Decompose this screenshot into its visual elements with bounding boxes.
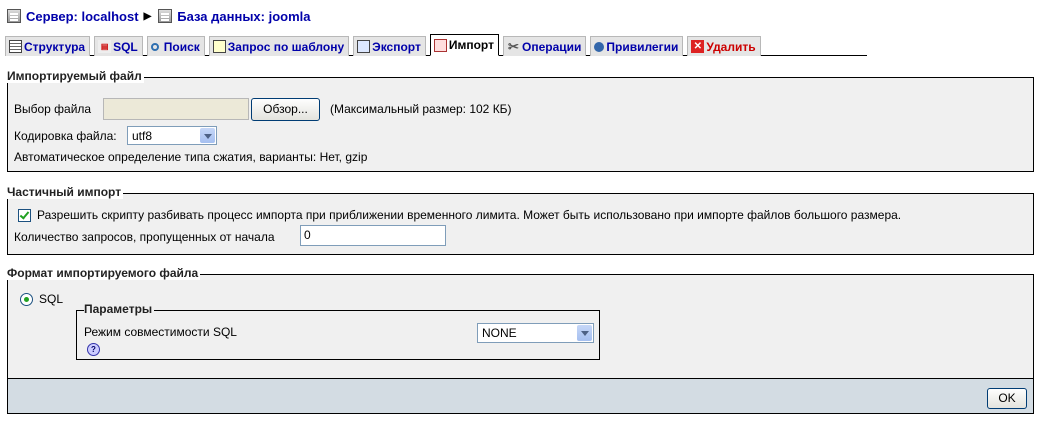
format-legend: Формат импортируемого файла <box>7 266 201 280</box>
compression-note: Автоматическое определение типа сжатия, … <box>14 150 368 164</box>
breadcrumb-arrow-icon: ▶ <box>143 10 152 22</box>
charset-select[interactable]: utf8 <box>127 126 217 145</box>
tab-structure[interactable]: Структура <box>5 36 91 56</box>
chevron-down-icon[interactable] <box>200 128 215 143</box>
footer-divider <box>7 378 1034 379</box>
partial-import-fieldset <box>7 193 1034 255</box>
sql-radio[interactable] <box>20 293 33 306</box>
server-icon <box>7 9 21 23</box>
delete-icon: ✕ <box>691 40 705 53</box>
charset-value: utf8 <box>132 129 153 143</box>
tab-label: SQL <box>113 39 138 54</box>
breadcrumb: Сервер: localhost ▶ База данных: joomla <box>7 7 310 25</box>
skip-queries-label: Количество запросов, пропущенных от нача… <box>14 230 275 244</box>
privileges-icon <box>594 41 605 52</box>
database-icon <box>158 9 173 23</box>
compat-select[interactable]: NONE <box>477 323 594 343</box>
sql-option-label: SQL <box>39 292 64 306</box>
tab-query[interactable]: Запрос по шаблону <box>208 36 350 56</box>
params-legend: Параметры <box>84 302 155 316</box>
tab-label: Поиск <box>163 39 200 54</box>
tab-privileges[interactable]: Привилегии <box>590 36 684 56</box>
tab-import[interactable]: Импорт <box>429 34 499 56</box>
compat-value: NONE <box>482 326 517 340</box>
file-choose-label: Выбор файла <box>14 102 92 116</box>
import-file-legend: Импортируемый файл <box>7 69 144 83</box>
charset-label: Кодировка файла: <box>14 129 117 143</box>
allow-interrupt-label: Разрешить скрипту разбивать процесс импо… <box>37 208 902 222</box>
structure-icon <box>9 40 22 53</box>
tab-label: Операции <box>521 39 582 54</box>
query-icon <box>212 40 226 53</box>
tab-label: Запрос по шаблону <box>227 39 345 54</box>
compat-label: Режим совместимости SQL <box>84 325 237 339</box>
tab-operations[interactable]: ✂ Операции <box>502 36 587 56</box>
tab-sql[interactable]: ▤ SQL <box>94 36 143 56</box>
sql-icon: ▤ <box>98 40 112 53</box>
tab-search[interactable]: Поиск <box>146 36 205 56</box>
skip-queries-value: 0 <box>304 228 311 242</box>
export-icon <box>357 40 371 53</box>
tab-delete[interactable]: ✕ Удалить <box>687 36 761 56</box>
form-footer <box>7 378 1034 414</box>
allow-interrupt-checkbox[interactable] <box>18 209 31 222</box>
operations-icon: ✂ <box>508 39 519 54</box>
tab-export[interactable]: Экспорт <box>353 36 426 56</box>
tab-label: Привилегии <box>606 39 679 54</box>
tab-label: Структура <box>24 39 86 54</box>
tab-label: Удалить <box>706 39 756 54</box>
skip-queries-input[interactable]: 0 <box>300 225 446 246</box>
chevron-down-icon[interactable] <box>577 325 592 341</box>
import-icon <box>433 38 447 52</box>
tab-bar: Структура ▤ SQL Поиск Запрос по шаблону Э… <box>5 34 765 56</box>
file-path-input[interactable] <box>103 98 249 120</box>
breadcrumb-server[interactable]: Сервер: localhost <box>26 9 139 24</box>
breadcrumb-database[interactable]: База данных: joomla <box>177 9 310 24</box>
ok-button[interactable]: OK <box>987 388 1027 409</box>
tab-label: Экспорт <box>372 39 421 54</box>
search-icon <box>150 42 159 51</box>
partial-import-legend: Частичный импорт <box>7 185 124 199</box>
max-size-note: (Максимальный размер: 102 КБ) <box>330 102 512 116</box>
tab-label: Импорт <box>448 38 494 52</box>
help-icon[interactable]: ? <box>87 343 100 356</box>
browse-button[interactable]: Обзор... <box>251 98 320 121</box>
